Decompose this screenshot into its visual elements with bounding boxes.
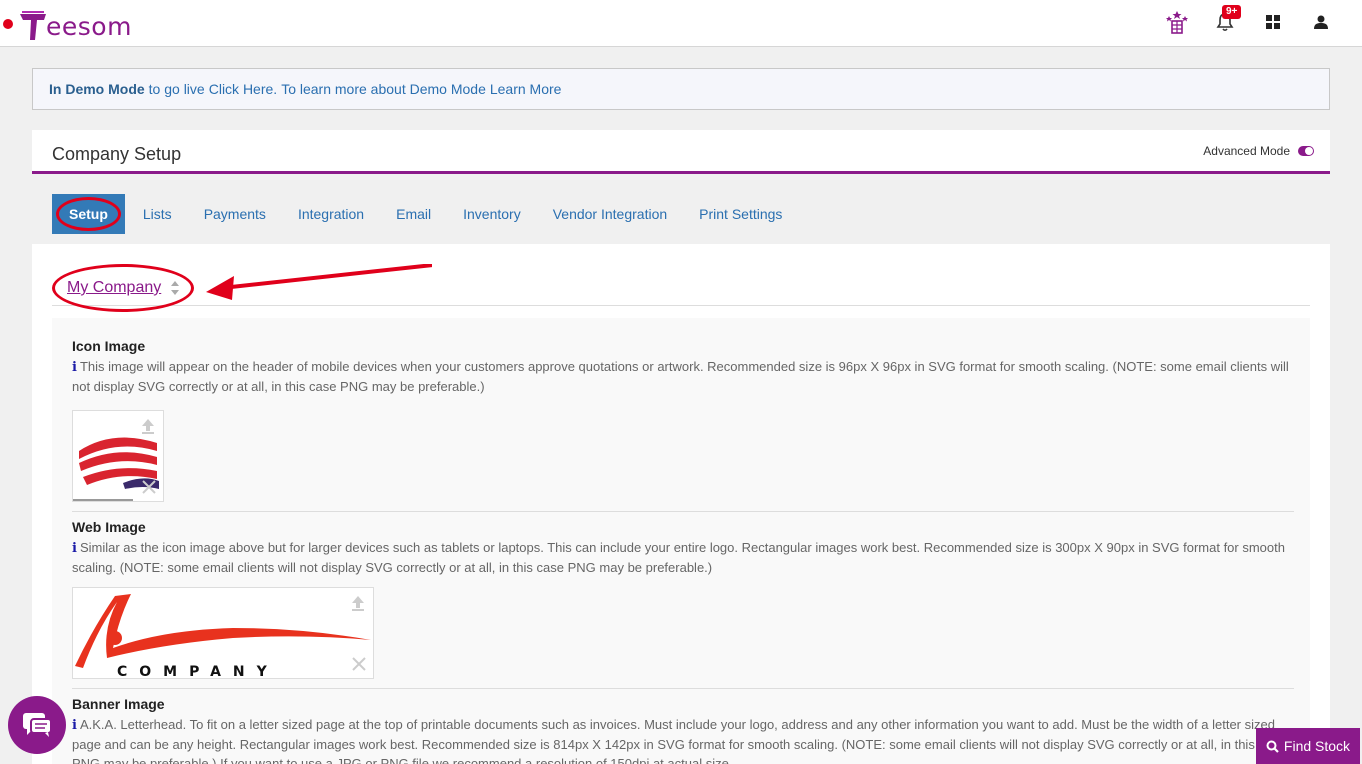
- search-icon: [1266, 740, 1279, 753]
- remove-icon[interactable]: [351, 656, 367, 672]
- web-image-title: Web Image: [72, 519, 146, 535]
- demo-text-2: To learn more about Demo Mode: [281, 81, 486, 97]
- red-arrow-icon: [206, 264, 432, 300]
- tab-integration[interactable]: Integration: [282, 194, 380, 234]
- sort-icon[interactable]: [170, 280, 180, 296]
- info-icon: i: [72, 541, 77, 556]
- find-stock-label: Find Stock: [1283, 738, 1351, 754]
- tab-payments[interactable]: Payments: [188, 194, 282, 234]
- my-company-link[interactable]: My Company: [67, 279, 161, 297]
- banner-image-desc: A.K.A. Letterhead. To fit on a letter si…: [72, 717, 1286, 764]
- demo-mode-banner: In Demo Mode to go live Click Here. To l…: [32, 68, 1330, 110]
- company-setup-header: Company Setup Advanced Mode: [32, 130, 1330, 174]
- banner-image-section: Banner Image i A.K.A. Letterhead. To fit …: [72, 696, 1294, 764]
- toggle-switch-icon[interactable]: [1298, 146, 1314, 156]
- learn-more-link[interactable]: Learn More: [490, 81, 562, 97]
- tab-inventory[interactable]: Inventory: [447, 194, 537, 234]
- info-icon: i: [72, 718, 77, 733]
- tab-email[interactable]: Email: [380, 194, 447, 234]
- remove-icon[interactable]: [141, 479, 157, 495]
- recording-dot-icon: [3, 19, 13, 29]
- my-company-header: My Company: [52, 264, 1310, 312]
- demo-mode-label: In Demo Mode: [49, 81, 145, 97]
- chat-icon: [23, 713, 52, 737]
- notifications-bell-icon[interactable]: 9+: [1212, 5, 1242, 36]
- web-logo-image: COMPANY: [75, 594, 371, 678]
- demo-text-1: to go live: [148, 81, 205, 97]
- settings-tabs: Setup Lists Payments Integration Email I…: [52, 194, 798, 234]
- app-logo[interactable]: eesom: [18, 6, 132, 42]
- tower-icon[interactable]: [1164, 8, 1190, 36]
- web-image-preview[interactable]: COMPANY: [72, 587, 374, 679]
- info-icon: i: [72, 360, 77, 375]
- image-settings-panel: Icon Image i This image will appear on th…: [52, 318, 1310, 764]
- icon-image-preview[interactable]: [72, 410, 164, 502]
- advanced-mode-toggle[interactable]: Advanced Mode: [1203, 144, 1314, 158]
- icon-image-section: Icon Image i This image will appear on th…: [72, 338, 1294, 512]
- logo-text: eesom: [46, 12, 132, 41]
- web-image-section: Web Image i Similar as the icon image abo…: [72, 519, 1294, 689]
- tab-setup-label: Setup: [56, 197, 121, 231]
- user-icon[interactable]: [1308, 8, 1334, 36]
- icon-image-title: Icon Image: [72, 338, 146, 354]
- tab-setup[interactable]: Setup: [52, 194, 125, 234]
- chat-widget-button[interactable]: [8, 696, 66, 754]
- advanced-mode-label: Advanced Mode: [1203, 144, 1290, 158]
- page-title: Company Setup: [52, 144, 182, 164]
- apps-grid-icon[interactable]: [1260, 8, 1286, 36]
- notifications-badge: 9+: [1222, 5, 1242, 19]
- tab-print-settings[interactable]: Print Settings: [683, 194, 798, 234]
- logo-t-icon: [18, 10, 48, 42]
- icon-image-desc: This image will appear on the header of …: [72, 359, 1289, 394]
- tab-vendor-integration[interactable]: Vendor Integration: [537, 194, 683, 234]
- main-content: My Company Icon Image i This image will a…: [32, 244, 1330, 764]
- top-bar: eesom 9+: [0, 0, 1362, 47]
- upload-icon[interactable]: [349, 594, 367, 612]
- web-image-desc: Similar as the icon image above but for …: [72, 540, 1285, 575]
- tab-lists[interactable]: Lists: [127, 194, 188, 234]
- banner-image-title: Banner Image: [72, 696, 165, 712]
- upload-icon[interactable]: [139, 417, 157, 435]
- find-stock-button[interactable]: Find Stock: [1256, 728, 1360, 764]
- go-live-link[interactable]: Click Here.: [209, 81, 277, 97]
- web-logo-word: COMPANY: [117, 664, 279, 678]
